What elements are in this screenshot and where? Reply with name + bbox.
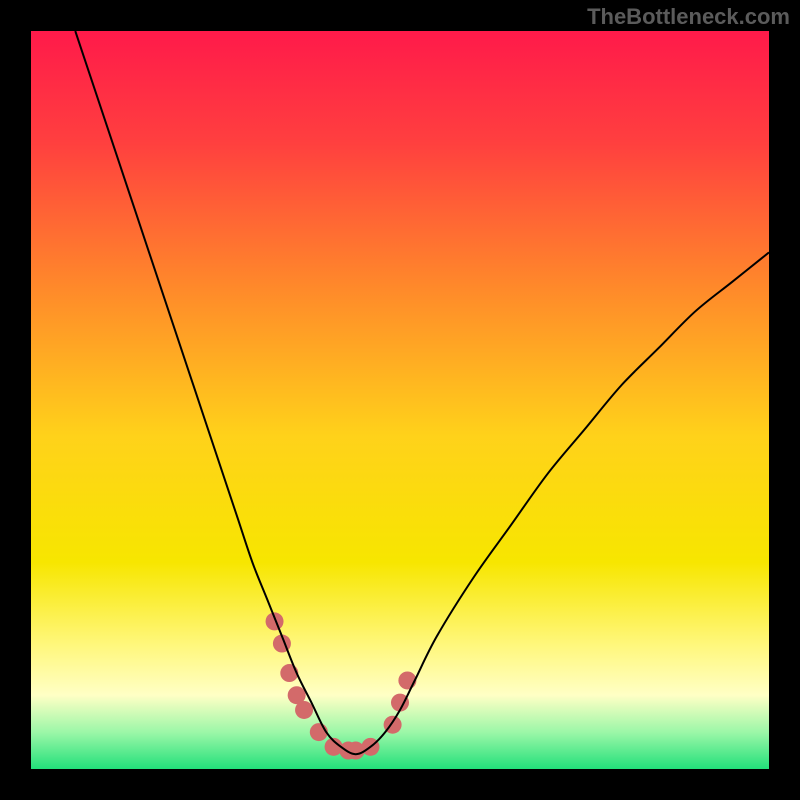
marker-dot [295, 701, 313, 719]
curve-layer [31, 31, 769, 769]
bottleneck-curve [75, 31, 769, 754]
chart-frame: TheBottleneck.com [0, 0, 800, 800]
watermark-text: TheBottleneck.com [587, 4, 790, 30]
optimal-zone-markers [266, 612, 417, 759]
plot-area [31, 31, 769, 769]
